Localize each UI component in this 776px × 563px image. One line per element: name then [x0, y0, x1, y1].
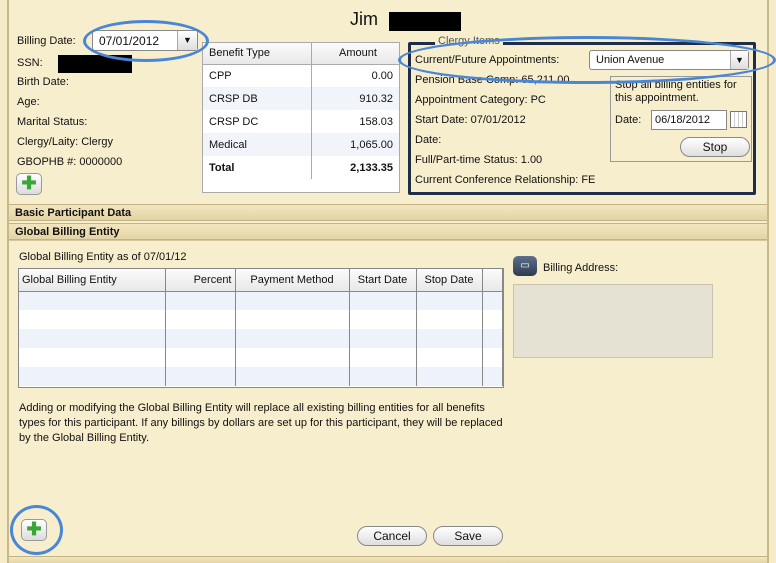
column-header-percent[interactable]: Percent: [165, 269, 236, 292]
benefit-type-cell: CRSP DC: [209, 115, 259, 128]
table-row[interactable]: [19, 348, 503, 367]
stop-button[interactable]: Stop: [680, 137, 750, 157]
section-global-billing[interactable]: Global Billing Entity: [9, 223, 767, 240]
column-header-entity[interactable]: Global Billing Entity: [19, 269, 166, 292]
amount-cell: 1,065.00: [310, 133, 399, 156]
column-header-stop-date[interactable]: Stop Date: [416, 269, 483, 292]
billing-date-label: Billing Date:: [17, 35, 76, 47]
start-date-label: Start Date:: [415, 114, 468, 126]
clergy-items-legend: Clergy Items: [435, 35, 503, 47]
redacted-ssn: [58, 55, 132, 73]
amount-header[interactable]: Amount: [310, 43, 399, 65]
global-billing-table: Global Billing Entity Percent Payment Me…: [18, 268, 504, 388]
billing-address-box: [513, 284, 713, 358]
status-label: Full/Part-time Status:: [415, 154, 518, 166]
benefit-type-cell: Medical: [203, 133, 312, 156]
next-section-bar[interactable]: [9, 556, 767, 563]
start-date-value: 07/01/2012: [470, 114, 526, 126]
column-header-payment-method[interactable]: Payment Method: [235, 269, 350, 292]
amount-cell: 910.32: [310, 87, 399, 110]
marital-status-label: Marital Status:: [17, 116, 88, 128]
appointment-select[interactable]: Union Avenue ▼: [589, 50, 749, 70]
plus-icon: ✚: [21, 173, 37, 193]
table-row[interactable]: CPP 0.00: [203, 64, 399, 87]
age-label: Age:: [17, 96, 40, 108]
table-row[interactable]: [19, 310, 503, 329]
column-header-start-date[interactable]: Start Date: [349, 269, 417, 292]
category-value: PC: [530, 94, 546, 106]
clergy-laity-row: Clergy/Laity: Clergy: [17, 136, 113, 148]
table-row[interactable]: [19, 291, 503, 310]
gbophb-label: GBOPHB #:: [17, 156, 77, 168]
stop-billing-text: Stop all billing entities for this appoi…: [615, 79, 737, 104]
plus-icon: ✚: [26, 519, 42, 539]
column-header-spacer: [482, 269, 503, 292]
billing-address-label: Billing Address:: [543, 262, 619, 274]
benefit-type-cell: CRSP DB: [203, 87, 312, 110]
status-row: Full/Part-time Status: 1.00: [415, 154, 542, 166]
total-label: Total: [209, 161, 235, 174]
add-global-billing-button[interactable]: ✚: [21, 519, 47, 541]
pension-label: Pension Base Comp:: [415, 74, 519, 86]
amount-cell: 0.00: [310, 64, 399, 87]
section-basic-participant[interactable]: Basic Participant Data: [9, 204, 767, 221]
clergy-laity-label: Clergy/Laity:: [17, 136, 79, 148]
total-amount: 2,133.35: [310, 156, 399, 179]
table-row[interactable]: CRSP DB 910.32: [203, 87, 399, 110]
table-row[interactable]: [19, 367, 503, 386]
billing-date-select[interactable]: 07/01/2012 ▼: [92, 30, 198, 51]
status-value: 1.00: [520, 154, 543, 166]
stop-date-label: Date:: [415, 134, 442, 146]
gbophb-row: GBOPHB #: 0000000: [17, 156, 122, 168]
benefit-table: Benefit Type Amount CPP 0.00 CRSP DB 910.3…: [202, 42, 400, 193]
table-row[interactable]: Medical 1,065.00: [203, 133, 399, 156]
benefit-type-header[interactable]: Benefit Type: [203, 43, 312, 65]
participant-name: Jim: [350, 9, 378, 29]
amount-cell: 158.03: [310, 110, 399, 133]
chevron-down-icon[interactable]: ▼: [730, 51, 748, 69]
save-button[interactable]: Save: [433, 526, 503, 546]
cancel-button[interactable]: Cancel: [357, 526, 427, 546]
appointment-value: Union Avenue: [596, 54, 665, 66]
calendar-icon[interactable]: [730, 111, 747, 128]
table-row[interactable]: [19, 329, 503, 348]
category-row: Appointment Category: PC: [415, 94, 546, 106]
card-icon[interactable]: ▭: [513, 256, 537, 276]
relationship-row: Current Conference Relationship: FE: [415, 174, 595, 186]
stop-date-input[interactable]: 06/18/2012: [651, 110, 727, 130]
appointments-label: Current/Future Appointments:: [415, 54, 560, 66]
global-as-of: Global Billing Entity as of 07/01/12: [19, 251, 187, 263]
stop-date-field-label: Date:: [615, 114, 642, 126]
chevron-down-icon[interactable]: ▼: [177, 31, 197, 50]
relationship-value: FE: [581, 174, 596, 186]
birth-date-label: Birth Date:: [17, 76, 69, 88]
add-info-button[interactable]: ✚: [16, 173, 42, 195]
gbophb-value: 0000000: [79, 156, 123, 168]
benefit-type-cell: CPP: [209, 69, 232, 82]
relationship-label: Current Conference Relationship:: [415, 174, 579, 186]
ssn-label: SSN:: [17, 57, 43, 69]
redacted-surname: [389, 12, 461, 31]
category-label: Appointment Category:: [415, 94, 528, 106]
pension-row: Pension Base Comp: 65,211.00: [415, 74, 570, 86]
global-billing-note: Adding or modifying the Global Billing E…: [19, 402, 503, 444]
total-row: Total 2,133.35: [203, 156, 399, 179]
pension-value: 65,211.00: [521, 74, 570, 86]
clergy-laity-value: Clergy: [81, 136, 113, 148]
billing-date-value: 07/01/2012: [99, 34, 160, 48]
table-row[interactable]: CRSP DC 158.03: [203, 110, 399, 133]
start-date-row: Start Date: 07/01/2012: [415, 114, 526, 126]
